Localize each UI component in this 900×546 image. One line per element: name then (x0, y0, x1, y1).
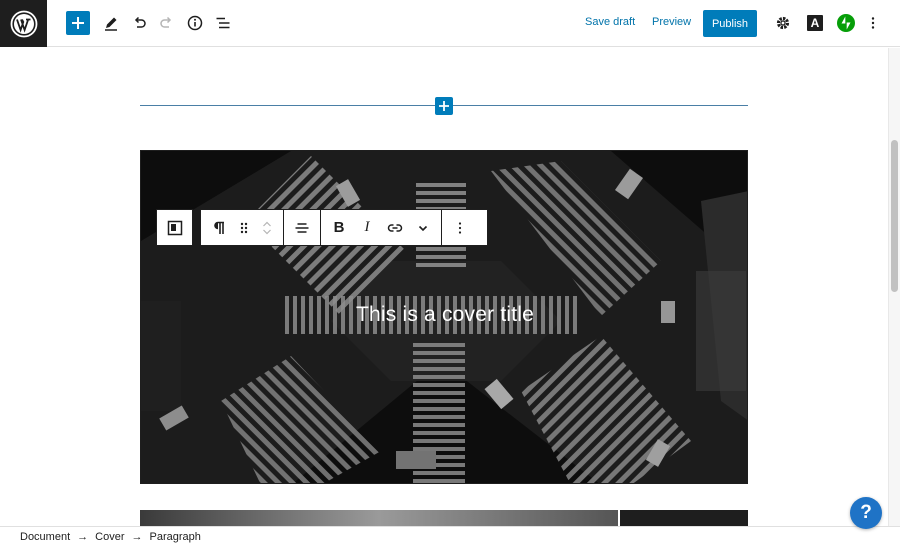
block-options-button[interactable] (446, 214, 474, 242)
gear-icon (776, 16, 790, 30)
chevron-down-icon (418, 225, 428, 231)
block-type-group (201, 210, 284, 245)
chevron-down-icon[interactable] (262, 228, 272, 236)
list-view-button[interactable] (211, 11, 235, 35)
formatting-group: B I (321, 210, 442, 245)
cover-block-icon (167, 220, 182, 235)
link-button[interactable] (381, 214, 409, 242)
jetpack-button[interactable] (834, 11, 858, 35)
pencil-icon (105, 17, 117, 31)
plus-icon (72, 17, 84, 29)
letter-a-icon: A (807, 15, 823, 31)
details-button[interactable] (183, 11, 207, 35)
block-toolbar: B I (200, 209, 488, 246)
link-icon (387, 223, 403, 232)
italic-button[interactable]: I (353, 214, 381, 242)
help-button[interactable]: ? (850, 497, 882, 529)
drag-handle[interactable] (233, 214, 255, 242)
settings-button[interactable] (771, 11, 795, 35)
editor-canvas: This is a cover title (0, 48, 888, 526)
breadcrumb-cover[interactable]: Cover (95, 531, 124, 543)
info-icon (187, 15, 203, 31)
editor-scrollbar[interactable] (888, 48, 900, 526)
align-center-icon (295, 222, 309, 233)
editor-header: Save draft Preview Publish A (0, 0, 900, 47)
jetpack-icon (837, 14, 855, 32)
bold-button[interactable]: B (325, 214, 353, 242)
arrow-right-icon: → (77, 530, 89, 543)
align-center-button[interactable] (288, 214, 316, 242)
move-block-buttons[interactable] (255, 214, 279, 242)
publish-button[interactable]: Publish (703, 10, 757, 37)
breadcrumb-paragraph[interactable]: Paragraph (149, 531, 200, 543)
more-formatting-button[interactable] (409, 214, 437, 242)
next-block-image[interactable] (140, 510, 618, 526)
block-options-group (442, 210, 478, 245)
amp-plugin-button[interactable]: A (803, 11, 827, 35)
cover-block[interactable]: This is a cover title (140, 150, 748, 484)
paragraph-block-switcher[interactable] (205, 214, 233, 242)
tools-button[interactable] (99, 11, 123, 35)
add-block-button[interactable] (66, 11, 90, 35)
wordpress-logo-button[interactable] (0, 0, 47, 47)
wordpress-icon (10, 10, 37, 37)
list-view-icon (216, 17, 230, 29)
pilcrow-icon (214, 221, 224, 234)
undo-button[interactable] (127, 11, 151, 35)
alignment-group (284, 210, 321, 245)
arrow-right-icon: → (131, 530, 143, 543)
more-vertical-icon (871, 17, 875, 29)
scrollbar-thumb[interactable] (891, 140, 898, 292)
inline-add-block-button[interactable] (435, 97, 453, 115)
undo-icon (134, 16, 146, 28)
drag-dots-icon (240, 222, 248, 233)
breadcrumb-document[interactable]: Document (20, 531, 70, 543)
more-vertical-icon (458, 221, 462, 234)
redo-button[interactable] (155, 11, 179, 35)
next-block-image-dark[interactable] (620, 510, 748, 526)
block-breadcrumb: Document → Cover → Paragraph (0, 526, 900, 546)
chevron-up-icon[interactable] (262, 220, 272, 228)
save-draft-button[interactable]: Save draft (585, 16, 635, 28)
cover-title-text[interactable]: This is a cover title (141, 303, 747, 327)
options-menu-button[interactable] (861, 11, 885, 35)
select-parent-block-button[interactable] (156, 209, 193, 246)
plus-icon (439, 101, 449, 111)
preview-button[interactable]: Preview (652, 16, 691, 28)
redo-icon (160, 16, 172, 28)
